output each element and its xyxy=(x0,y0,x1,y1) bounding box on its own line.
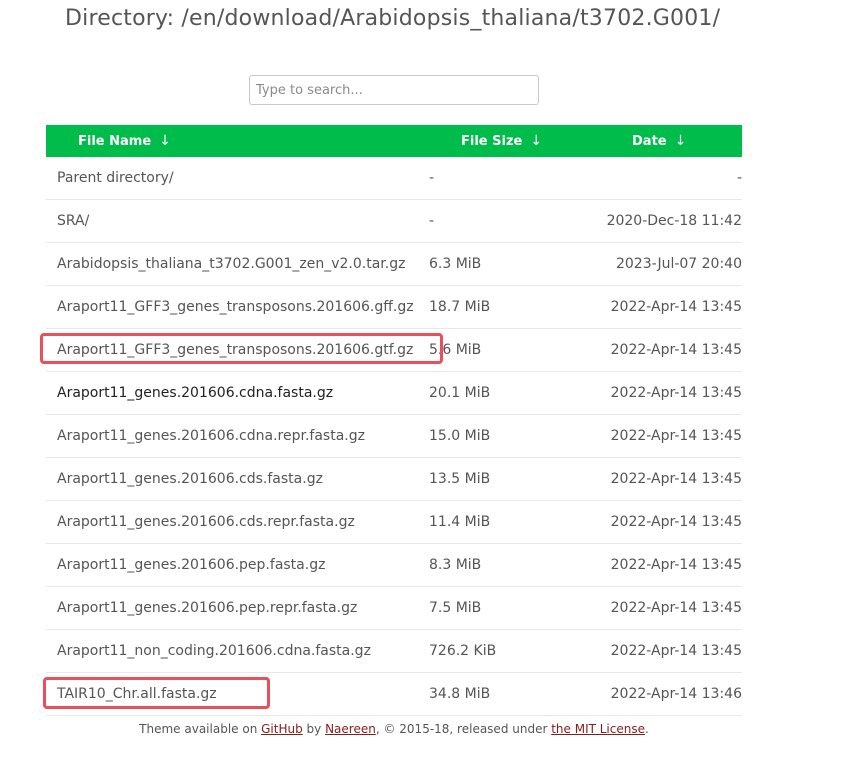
table-row: Araport11_genes.201606.cdna.fasta.gz 20.… xyxy=(46,372,742,415)
table-row: Araport11_genes.201606.cds.fasta.gz 13.5… xyxy=(46,458,742,501)
file-size: - xyxy=(429,170,435,186)
table-row: Araport11_genes.201606.pep.fasta.gz 8.3 … xyxy=(46,544,742,587)
column-header-label: Date xyxy=(632,134,667,149)
footer-text: Theme available on xyxy=(139,722,262,736)
file-link[interactable]: Araport11_genes.201606.pep.fasta.gz xyxy=(57,557,325,573)
github-link[interactable]: GitHub xyxy=(261,722,303,736)
file-date: 2022-Apr-14 13:45 xyxy=(610,514,742,530)
table-row: Araport11_GFF3_genes_transposons.201606.… xyxy=(46,329,742,372)
file-date: - xyxy=(736,170,742,186)
file-date: 2022-Apr-14 13:45 xyxy=(610,600,742,616)
file-size: 13.5 MiB xyxy=(429,471,491,487)
file-size: 7.5 MiB xyxy=(429,600,482,616)
table-row: Araport11_genes.201606.pep.repr.fasta.gz… xyxy=(46,587,742,630)
file-size: - xyxy=(429,213,435,229)
file-link[interactable]: Araport11_genes.201606.pep.repr.fasta.gz xyxy=(57,600,357,616)
column-header-label: File Name xyxy=(78,134,152,149)
footer-text: . xyxy=(645,722,649,736)
table-row: SRA/ - 2020-Dec-18 11:42 xyxy=(46,200,742,243)
sort-arrow-icon: ↓ xyxy=(159,133,171,149)
table-row: Parent directory/ - - xyxy=(46,157,742,200)
file-link[interactable]: Araport11_GFF3_genes_transposons.201606.… xyxy=(57,342,413,358)
file-size: 15.0 MiB xyxy=(429,428,491,444)
file-link[interactable]: Araport11_genes.201606.cdna.repr.fasta.g… xyxy=(57,428,365,444)
table-row: TAIR10_Chr.all.fasta.gz 34.8 MiB 2022-Ap… xyxy=(46,673,742,716)
file-link[interactable]: TAIR10_Chr.all.fasta.gz xyxy=(57,686,217,702)
column-header-label: File Size xyxy=(461,134,523,149)
file-link[interactable]: Araport11_genes.201606.cds.repr.fasta.gz xyxy=(57,514,355,530)
file-date: 2022-Apr-14 13:45 xyxy=(610,385,742,401)
file-size: 6.3 MiB xyxy=(429,256,482,272)
file-link[interactable]: Araport11_genes.201606.cdna.fasta.gz xyxy=(57,385,333,401)
file-size: 726.2 KiB xyxy=(429,643,497,659)
table-row: Araport11_genes.201606.cds.repr.fasta.gz… xyxy=(46,501,742,544)
file-date: 2022-Apr-14 13:45 xyxy=(610,342,742,358)
file-size: 5.6 MiB xyxy=(429,342,482,358)
file-date: 2023-Jul-07 20:40 xyxy=(615,256,742,272)
sort-arrow-icon: ↓ xyxy=(674,133,687,149)
footer-text: , © 2015-18, released under xyxy=(375,722,552,736)
footer: Theme available on GitHub by Naereen, © … xyxy=(0,722,788,736)
sort-arrow-icon: ↓ xyxy=(530,133,543,149)
sort-by-date-header[interactable]: Date ↓ xyxy=(632,125,686,158)
table-row: Arabidopsis_thaliana_t3702.G001_zen_v2.0… xyxy=(46,243,742,286)
page-title: Directory: /en/download/Arabidopsis_thal… xyxy=(65,6,721,31)
file-size: 20.1 MiB xyxy=(429,385,491,401)
table-row: Araport11_genes.201606.cdna.repr.fasta.g… xyxy=(46,415,742,458)
file-date: 2022-Apr-14 13:45 xyxy=(610,643,742,659)
file-size: 8.3 MiB xyxy=(429,557,482,573)
file-date: 2022-Apr-14 13:45 xyxy=(610,428,742,444)
file-link[interactable]: Araport11_non_coding.201606.cdna.fasta.g… xyxy=(57,643,371,659)
search-input[interactable] xyxy=(249,75,539,105)
table-header: File Name ↓ File Size ↓ Date ↓ xyxy=(46,125,742,157)
file-size: 11.4 MiB xyxy=(429,514,491,530)
file-link[interactable]: Parent directory/ xyxy=(57,170,174,186)
file-size: 18.7 MiB xyxy=(429,299,491,315)
license-link[interactable]: the MIT License xyxy=(551,722,645,736)
file-date: 2022-Apr-14 13:45 xyxy=(610,471,742,487)
sort-by-name-header[interactable]: File Name ↓ xyxy=(78,125,171,158)
file-link[interactable]: Arabidopsis_thaliana_t3702.G001_zen_v2.0… xyxy=(57,256,405,272)
file-table: File Name ↓ File Size ↓ Date ↓ Parent direc… xyxy=(46,125,742,716)
file-date: 2022-Apr-14 13:45 xyxy=(610,299,742,315)
file-date: 2020-Dec-18 11:42 xyxy=(606,213,742,229)
file-date: 2022-Apr-14 13:45 xyxy=(610,557,742,573)
file-date: 2022-Apr-14 13:46 xyxy=(610,686,742,702)
sort-by-size-header[interactable]: File Size ↓ xyxy=(461,125,542,158)
file-link[interactable]: Araport11_GFF3_genes_transposons.201606.… xyxy=(57,299,414,315)
file-link[interactable]: Araport11_genes.201606.cds.fasta.gz xyxy=(57,471,323,487)
table-row: Araport11_GFF3_genes_transposons.201606.… xyxy=(46,286,742,329)
footer-text: by xyxy=(302,722,326,736)
file-size: 34.8 MiB xyxy=(429,686,491,702)
file-link[interactable]: SRA/ xyxy=(57,213,89,229)
author-link[interactable]: Naereen xyxy=(325,722,376,736)
table-row: Araport11_non_coding.201606.cdna.fasta.g… xyxy=(46,630,742,673)
